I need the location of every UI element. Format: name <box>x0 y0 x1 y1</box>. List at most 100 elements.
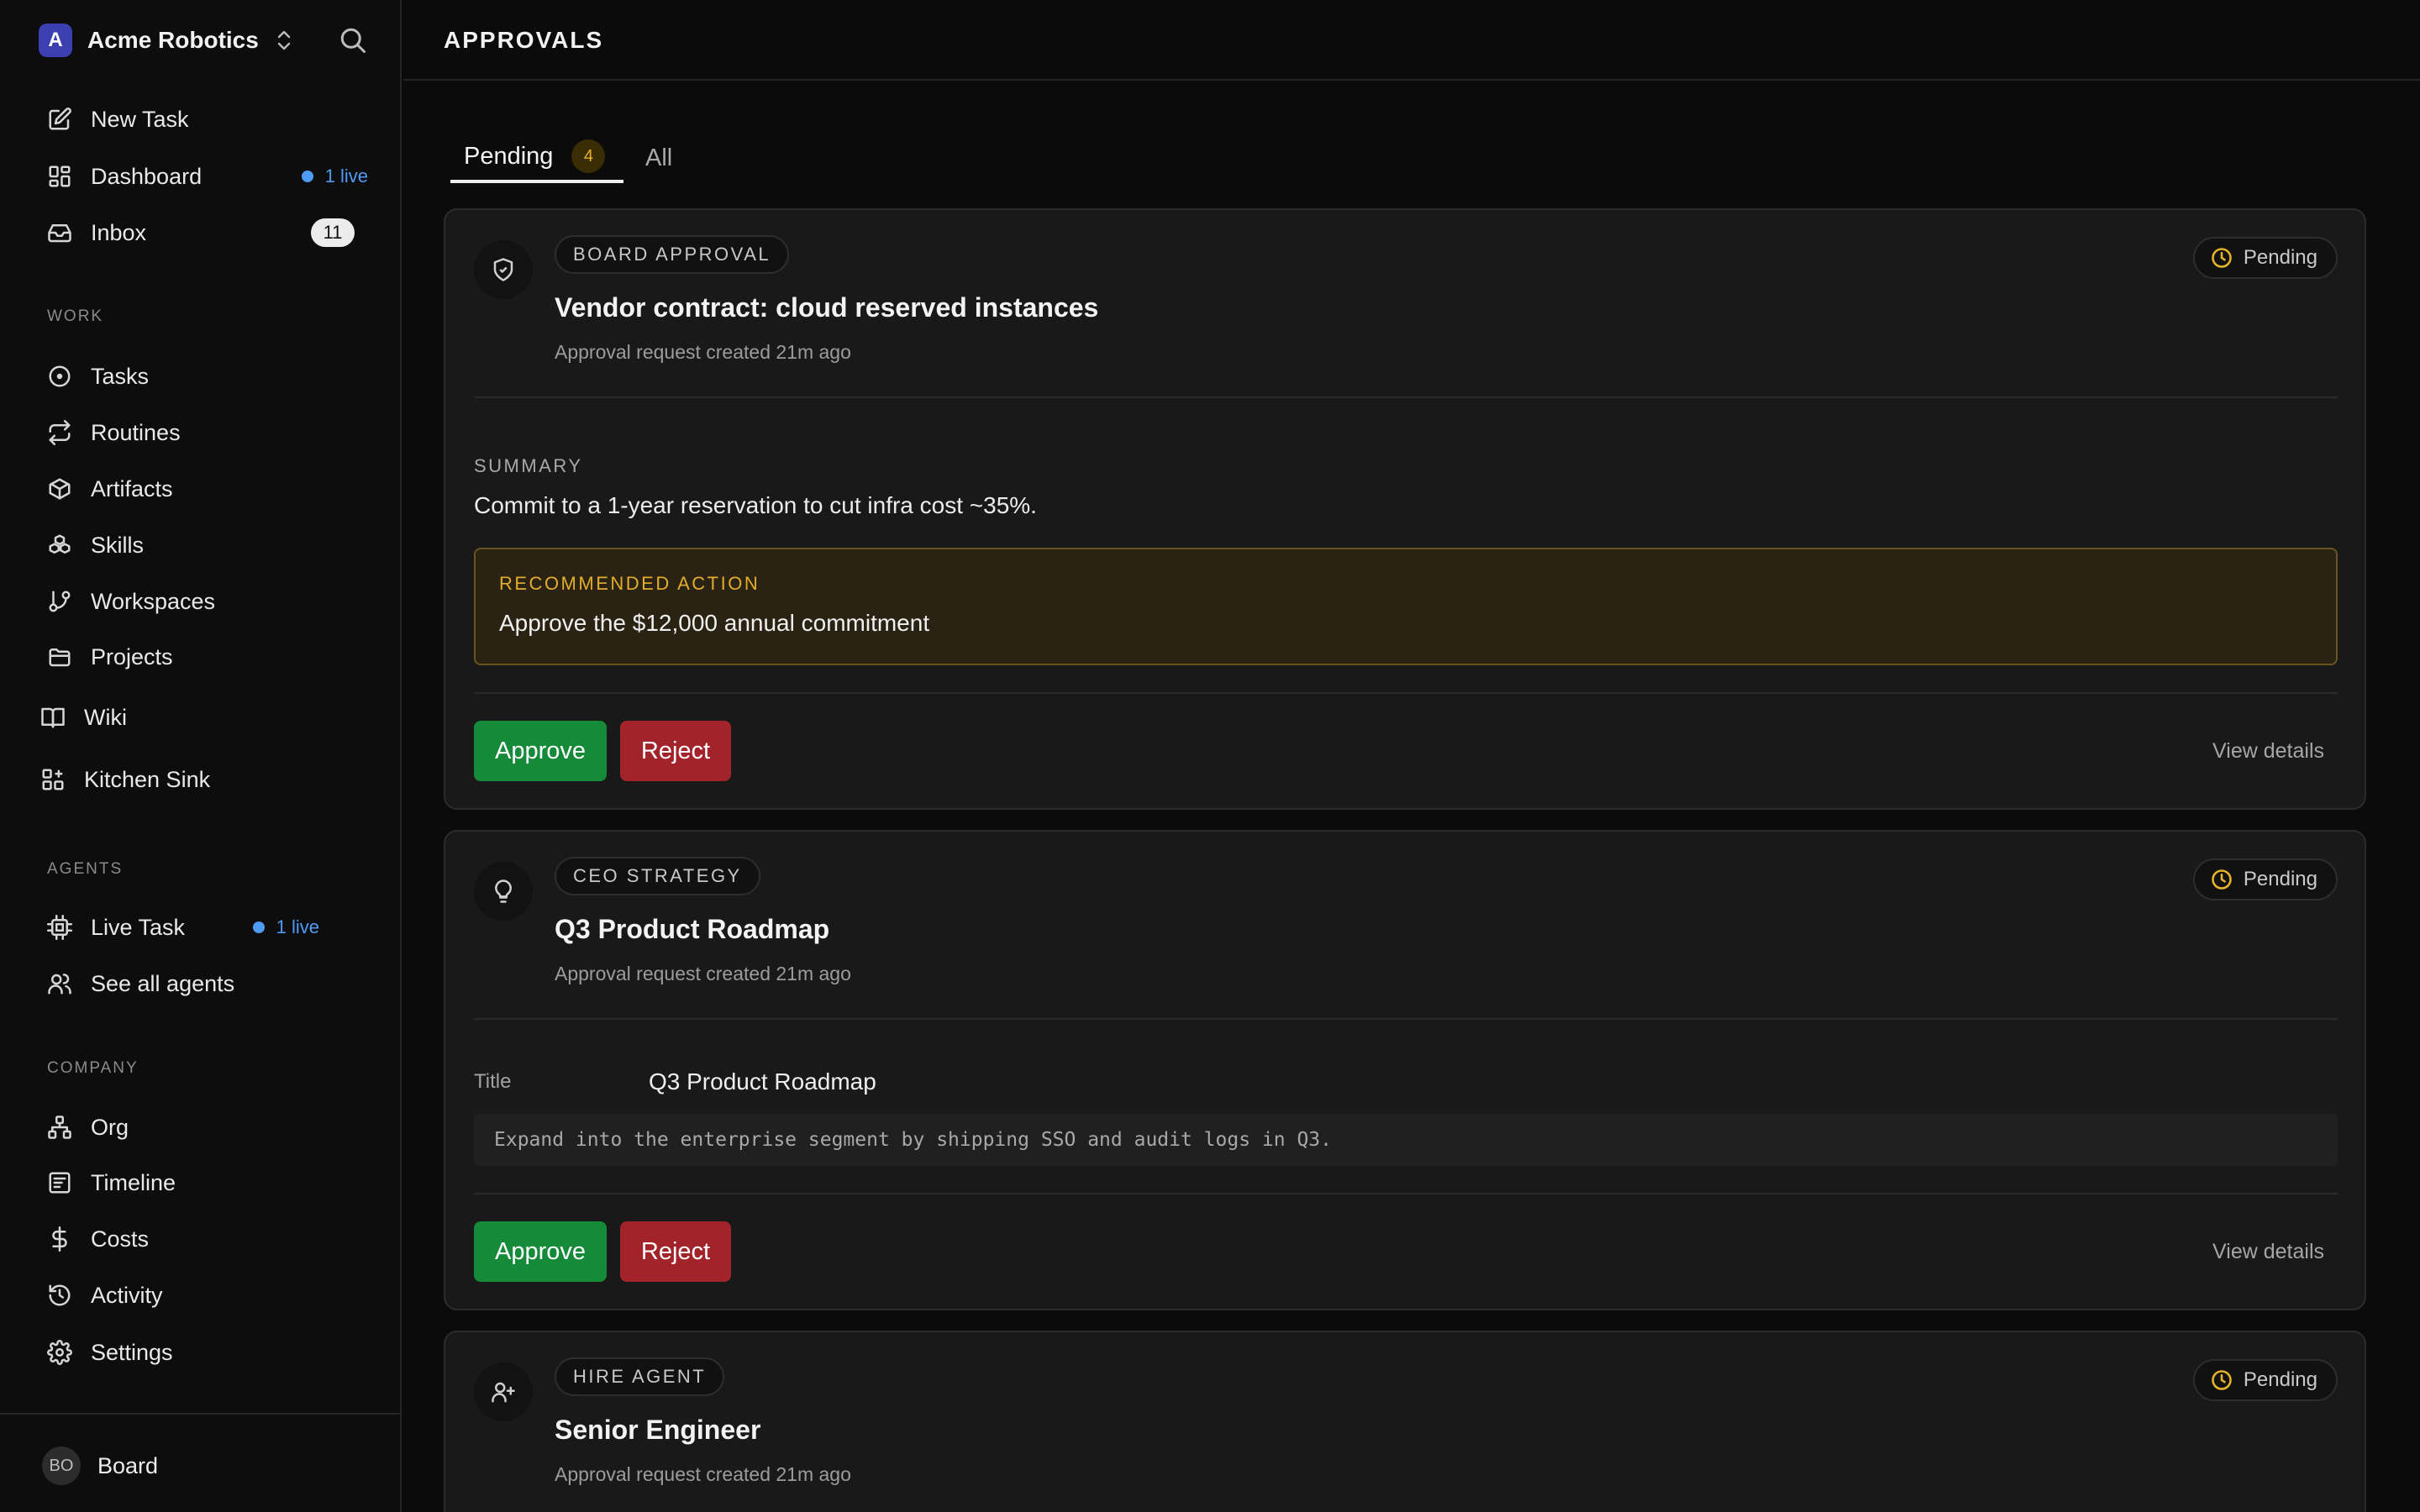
approval-type-badge: CEO STRATEGY <box>555 857 760 895</box>
approval-card: BOARD APPROVAL Vendor contract: cloud re… <box>444 208 2366 810</box>
approval-title: Q3 Product Roadmap <box>555 914 830 944</box>
nav-skills[interactable]: Skills <box>45 525 368 565</box>
status-text: Pending <box>2243 246 2317 269</box>
repeat-icon <box>45 418 74 447</box>
tab-label: All <box>645 144 673 171</box>
sidebar: A Acme Robotics New Task Dashboard 1 liv… <box>0 0 402 1512</box>
dashboard-icon <box>45 162 74 191</box>
nav-see-all-agents[interactable]: See all agents <box>45 963 368 1004</box>
book-icon <box>39 703 67 732</box>
grid-plus-icon <box>39 765 67 794</box>
clock-icon <box>2212 248 2232 268</box>
approval-title: Senior Engineer <box>555 1415 761 1445</box>
tab-all[interactable]: All <box>645 133 672 183</box>
live-dot <box>301 171 313 182</box>
section-header-company: COMPANY <box>47 1059 139 1077</box>
edit-icon <box>45 105 74 134</box>
nav-label: Artifacts <box>91 475 173 501</box>
status-text: Pending <box>2243 868 2317 890</box>
recommended-action-box: RECOMMENDED ACTION Approve the $12,000 a… <box>474 548 2338 665</box>
nav-label: See all agents <box>91 970 235 996</box>
nav-inbox[interactable]: Inbox 11 <box>45 213 368 253</box>
section-header-work: WORK <box>47 307 104 325</box>
nav-label: Timeline <box>91 1169 176 1195</box>
live-indicator: 1 live <box>301 165 368 187</box>
nav-routines[interactable]: Routines <box>45 412 368 453</box>
nav-projects[interactable]: Projects <box>45 637 368 677</box>
history-icon <box>45 1281 74 1310</box>
nav-live-task[interactable]: Live Task 1 live <box>45 907 368 948</box>
workspace-switcher[interactable]: A Acme Robotics <box>39 22 294 59</box>
nav-label: Activity <box>91 1282 163 1308</box>
lightbulb-icon <box>474 862 533 921</box>
nav-wiki[interactable]: Wiki <box>39 697 361 738</box>
status-badge: Pending <box>2192 1359 2338 1401</box>
nav-label: Live Task <box>91 914 186 940</box>
nav-activity[interactable]: Activity <box>45 1275 368 1315</box>
approval-created-time: Approval request created 21m ago <box>555 963 851 984</box>
summary-text: Commit to a 1-year reservation to cut in… <box>474 492 1037 518</box>
approve-button[interactable]: Approve <box>474 721 607 781</box>
nav-kitchen-sink[interactable]: Kitchen Sink <box>39 759 361 800</box>
approval-created-time: Approval request created 21m ago <box>555 1463 851 1485</box>
approve-button[interactable]: Approve <box>474 1221 607 1282</box>
live-indicator: 1 live <box>252 916 319 938</box>
nav-tasks[interactable]: Tasks <box>45 356 368 396</box>
git-branch-icon <box>45 587 74 616</box>
nav-label: Costs <box>91 1226 150 1252</box>
detail-code-block: Expand into the enterprise segment by sh… <box>474 1114 2338 1166</box>
nav-dashboard[interactable]: Dashboard 1 live <box>45 156 368 197</box>
nav-org[interactable]: Org <box>45 1107 368 1147</box>
nav-settings[interactable]: Settings <box>45 1332 368 1373</box>
status-badge: Pending <box>2192 237 2338 279</box>
tab-label: Pending <box>464 142 554 170</box>
box-icon <box>45 475 74 503</box>
avatar: BO <box>42 1446 81 1485</box>
approval-card: HIRE AGENT Senior Engineer Approval requ… <box>444 1331 2366 1512</box>
boxes-icon <box>45 531 74 559</box>
gear-icon <box>45 1338 74 1367</box>
chevron-up-down-icon <box>277 30 291 50</box>
search-icon[interactable] <box>338 25 368 55</box>
nav-label: Settings <box>91 1339 173 1365</box>
nav-workspaces[interactable]: Workspaces <box>45 581 368 622</box>
live-text: 1 live <box>276 916 319 937</box>
nav-label: Dashboard <box>91 163 203 189</box>
page-title: APPROVALS <box>444 27 604 53</box>
nav-costs[interactable]: Costs <box>45 1219 368 1259</box>
nav-label: Projects <box>91 643 173 669</box>
nav-label: Inbox <box>91 219 147 245</box>
view-details-link[interactable]: View details <box>2212 1240 2324 1264</box>
workspace-name: Acme Robotics <box>87 27 259 53</box>
timeline-icon <box>45 1168 74 1197</box>
tab-pending[interactable]: Pending 4 <box>450 133 623 183</box>
user-menu[interactable]: BO Board <box>0 1413 402 1512</box>
clock-icon <box>2212 1370 2232 1390</box>
reject-button[interactable]: Reject <box>620 721 731 781</box>
org-chart-icon <box>45 1113 74 1142</box>
cpu-icon <box>45 913 74 942</box>
status-text: Pending <box>2243 1368 2317 1391</box>
workspace-logo: A <box>39 24 72 57</box>
section-header-agents: AGENTS <box>47 860 124 878</box>
divider <box>474 1193 2338 1194</box>
nav-artifacts[interactable]: Artifacts <box>45 469 368 509</box>
status-badge: Pending <box>2192 858 2338 900</box>
nav-label: Org <box>91 1114 129 1140</box>
nav-timeline[interactable]: Timeline <box>45 1163 368 1203</box>
nav-new-task[interactable]: New Task <box>45 99 368 139</box>
reject-button[interactable]: Reject <box>620 1221 731 1282</box>
divider <box>474 692 2338 694</box>
recommended-action-label: RECOMMENDED ACTION <box>499 573 760 594</box>
approval-type-badge: HIRE AGENT <box>555 1357 725 1396</box>
field-value: Q3 Product Roadmap <box>649 1068 876 1095</box>
inbox-count-badge: 11 <box>311 218 355 247</box>
shield-check-icon <box>474 240 533 299</box>
pending-count-badge: 4 <box>571 139 606 173</box>
view-details-link[interactable]: View details <box>2212 739 2324 764</box>
divider <box>474 396 2338 398</box>
field-label: Title <box>474 1070 512 1093</box>
approval-type-badge: BOARD APPROVAL <box>555 235 790 274</box>
users-icon <box>45 969 74 998</box>
dollar-icon <box>45 1225 74 1253</box>
